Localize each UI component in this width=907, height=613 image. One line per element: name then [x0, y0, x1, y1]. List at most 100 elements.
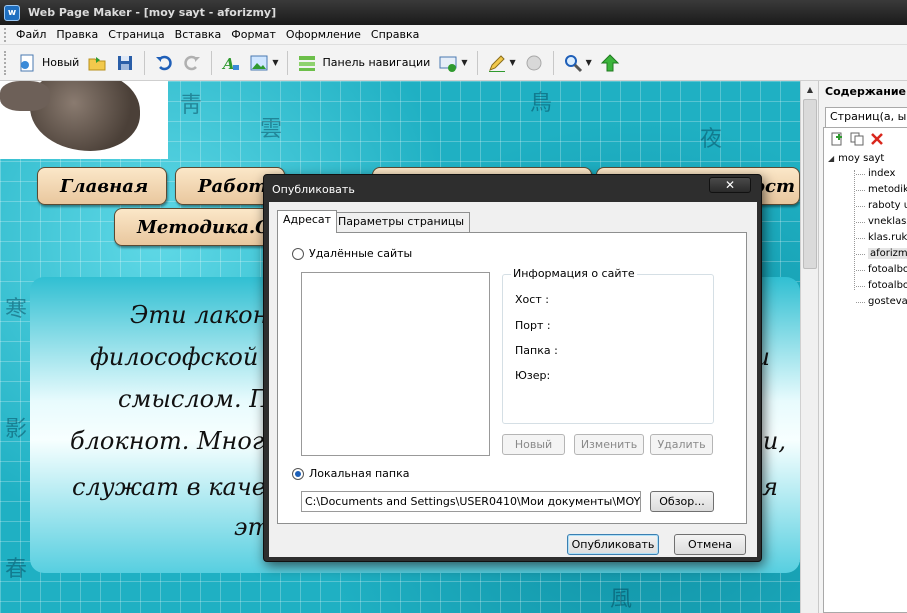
new-site-button[interactable]: Новый: [502, 434, 565, 455]
publish-toolbar-button[interactable]: [596, 49, 624, 77]
pages-tree-panel: ◢ moy sayt index metodika raboty uc vnek…: [823, 127, 907, 613]
tree-item-page[interactable]: vneklass: [826, 214, 907, 230]
tab-destination[interactable]: Адресат: [277, 210, 338, 233]
new-page-button[interactable]: Новый: [13, 49, 83, 77]
open-folder-icon: [88, 56, 106, 70]
save-button[interactable]: [111, 49, 139, 77]
tab-page-settings[interactable]: Параметры страницы: [332, 212, 471, 232]
chevron-down-icon[interactable]: ▼: [510, 58, 516, 67]
draw-button[interactable]: ▼: [483, 49, 520, 77]
new-page-icon: [20, 54, 34, 71]
tree-item-page[interactable]: metodika: [826, 182, 907, 198]
site-contents-panel: Содержание С Страниц(а, ы) ◢ moy sayt in…: [818, 81, 907, 613]
tree-root-label: moy sayt: [838, 152, 885, 164]
text-icon: A: [221, 55, 240, 73]
local-folder-option[interactable]: Локальная папка: [292, 467, 409, 480]
delete-page-icon[interactable]: [870, 132, 884, 146]
undo-button[interactable]: [150, 49, 178, 77]
tree-item-label: fotoalbon: [868, 280, 907, 291]
insert-text-button[interactable]: A: [217, 49, 245, 77]
app-icon: w: [4, 4, 20, 21]
tree-item-page[interactable]: fotoalbon: [826, 278, 907, 294]
destination-tab-page: Удалённые сайты Информация о сайте Хост …: [277, 232, 747, 524]
tree-item-label: gostevay: [868, 296, 907, 307]
redo-button[interactable]: [178, 49, 206, 77]
cancel-button[interactable]: Отмена: [674, 534, 746, 555]
insert-form-button[interactable]: ▼: [434, 49, 471, 77]
tree-root[interactable]: ◢ moy sayt: [826, 150, 907, 166]
close-icon[interactable]: ✕: [709, 177, 751, 193]
zoom-button[interactable]: ▼: [559, 49, 596, 77]
canvas-vertical-scrollbar[interactable]: ▲: [800, 81, 818, 613]
site-info-group: Информация о сайте Хост : Порт : Папка :…: [502, 267, 714, 424]
tree-item-page-selected[interactable]: aforizmy: [826, 246, 907, 262]
chevron-down-icon[interactable]: ▼: [586, 58, 592, 67]
remote-sites-list[interactable]: [301, 272, 490, 456]
navigation-panel-icon: [299, 55, 316, 71]
copy-page-icon[interactable]: [850, 132, 864, 146]
tree-item-page[interactable]: index: [826, 166, 907, 182]
toolbar-separator: [476, 50, 478, 75]
open-button[interactable]: [83, 49, 111, 77]
menu-grip: [4, 27, 7, 42]
tree-item-page[interactable]: klas.rukc: [826, 230, 907, 246]
scroll-thumb[interactable]: [803, 99, 817, 269]
browse-button[interactable]: Обзор...: [650, 491, 714, 512]
background-glyph: 風: [610, 587, 633, 612]
tree-item-label: klas.rukc: [868, 232, 907, 243]
nav-button-methodology[interactable]: Методика.Оп: [114, 208, 284, 246]
chevron-down-icon[interactable]: ▼: [272, 58, 278, 67]
main-toolbar: Новый A ▼ Панель навигации ▼ ▼ ▼: [0, 45, 907, 81]
nav-button-home[interactable]: Главная: [37, 167, 167, 205]
user-label: Юзер:: [515, 369, 551, 382]
globe-icon: [526, 55, 542, 70]
menu-help[interactable]: Справка: [366, 25, 424, 45]
background-glyph: 寒: [5, 297, 28, 322]
background-glyph: 春: [5, 557, 28, 582]
menu-design[interactable]: Оформление: [281, 25, 366, 45]
tree-item-label: raboty uc: [868, 200, 907, 211]
tree-item-page[interactable]: raboty uc: [826, 198, 907, 214]
local-folder-path-input[interactable]: C:\Documents and Settings\USER0410\Мои д…: [301, 491, 641, 512]
menu-page[interactable]: Страница: [103, 25, 169, 45]
window-title: Web Page Maker - [moy sayt - aforizmy]: [28, 6, 277, 19]
menu-format[interactable]: Формат: [226, 25, 281, 45]
save-icon: [118, 55, 133, 70]
pages-tree: ◢ moy sayt index metodika raboty uc vnek…: [824, 150, 907, 310]
scroll-up-icon[interactable]: ▲: [801, 81, 819, 97]
menu-bar: Файл Правка Страница Вставка Формат Офор…: [0, 25, 907, 45]
tree-item-label: fotoalbon: [868, 264, 907, 275]
menu-file[interactable]: Файл: [11, 25, 51, 45]
new-page-label: Новый: [42, 56, 80, 69]
background-glyph: 鳥: [530, 91, 553, 116]
remote-sites-radio[interactable]: [292, 247, 304, 260]
preview-button[interactable]: [520, 49, 548, 77]
remote-sites-option[interactable]: Удалённые сайты: [292, 247, 412, 260]
side-panel-header: Содержание С: [825, 85, 907, 98]
toolbar-grip: [4, 50, 7, 75]
delete-site-button[interactable]: Удалить: [650, 434, 713, 455]
insert-image-button[interactable]: ▼: [245, 49, 282, 77]
local-folder-radio[interactable]: [292, 467, 304, 480]
form-icon: [439, 56, 457, 72]
menu-insert[interactable]: Вставка: [170, 25, 227, 45]
tree-item-page[interactable]: fotoalbon: [826, 262, 907, 278]
publish-button[interactable]: Опубликовать: [567, 534, 659, 555]
edit-site-button[interactable]: Изменить: [574, 434, 644, 455]
toolbar-separator: [144, 50, 146, 75]
pencil-icon: [488, 54, 505, 72]
collapse-icon[interactable]: ◢: [828, 154, 834, 163]
nav-panel-button[interactable]: Панель навигации: [293, 49, 434, 77]
tab-pages[interactable]: Страниц(а, ы): [825, 107, 907, 127]
publish-dialog: Опубликовать ✕ Адресат Параметры страниц…: [263, 174, 762, 562]
svg-text:A: A: [221, 55, 235, 73]
redo-icon: [184, 55, 201, 70]
undo-icon: [156, 55, 172, 70]
background-glyph: 影: [5, 417, 28, 442]
header-photo[interactable]: [0, 81, 168, 159]
menu-edit[interactable]: Правка: [51, 25, 103, 45]
add-page-icon[interactable]: [830, 132, 844, 146]
image-icon: [250, 55, 268, 70]
chevron-down-icon[interactable]: ▼: [461, 58, 467, 67]
tree-item-page[interactable]: gostevay: [826, 294, 907, 310]
